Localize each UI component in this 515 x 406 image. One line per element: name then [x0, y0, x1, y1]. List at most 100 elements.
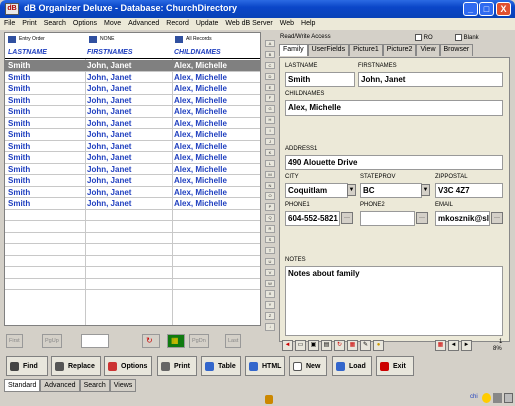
alpha-index-button[interactable]: B	[265, 50, 275, 59]
entry-order-button[interactable]: Entry Order	[8, 34, 45, 44]
alpha-index-button[interactable]: S	[265, 236, 275, 244]
alpha-index-button[interactable]: I	[265, 127, 275, 135]
tab-userfields[interactable]: UserFields	[307, 44, 350, 56]
alpha-index-button[interactable]: M	[265, 170, 275, 179]
new-button[interactable]: New	[289, 356, 327, 376]
close-button[interactable]: X	[496, 2, 511, 16]
phone1-field[interactable]: 604-552-5821	[285, 211, 340, 226]
table-row[interactable]: Smith John, Janet Alex, Michelle	[5, 129, 260, 141]
tab-picture2[interactable]: Picture2	[382, 44, 417, 56]
menu-print[interactable]: Print	[18, 18, 39, 30]
alpha-index-button[interactable]: K	[265, 148, 275, 157]
page-down-button[interactable]: PgDn	[189, 334, 209, 348]
lastname-field[interactable]: Smith	[285, 72, 355, 87]
zippostal-field[interactable]: V3C 4Z7	[435, 183, 503, 198]
alpha-index-button[interactable]: F	[265, 94, 275, 102]
image-icon[interactable]: ▦	[347, 340, 358, 351]
all-records-button[interactable]: All Records	[175, 34, 212, 44]
tab-view[interactable]: View	[416, 44, 440, 56]
menu-web-db-server[interactable]: Web dB Server	[221, 18, 275, 30]
email-more-icon[interactable]: ···	[491, 212, 503, 224]
record-number-input[interactable]	[81, 334, 109, 348]
alpha-index-button[interactable]: U	[265, 257, 275, 266]
alpha-index-button[interactable]: Z	[265, 312, 275, 320]
menu-help[interactable]: Help	[297, 18, 318, 30]
phone1-more-icon[interactable]: ···	[341, 212, 353, 224]
column-header-firstnames[interactable]: FIRSTNAMES	[87, 49, 133, 56]
alpha-index-button[interactable]: Y	[265, 301, 275, 309]
lightbulb-icon[interactable]: ●	[373, 340, 384, 351]
city-dropdown-icon[interactable]: ▼	[347, 184, 356, 196]
alpha-index-button[interactable]: ↓	[265, 323, 275, 331]
blank-checkbox[interactable]: Blank	[455, 34, 479, 41]
phone2-field[interactable]	[360, 211, 415, 226]
replace-button[interactable]: Replace	[51, 356, 101, 376]
ro-checkbox[interactable]: RO	[415, 34, 433, 41]
table-row[interactable]: Smith John, Janet Alex, Michelle	[5, 60, 260, 72]
last-record-button[interactable]: Last	[225, 334, 242, 348]
arrow-left-icon[interactable]: ◄	[448, 340, 459, 351]
tab-standard[interactable]: Standard	[4, 379, 41, 392]
alpha-index-button[interactable]: A	[265, 40, 275, 48]
alpha-index-button[interactable]: R	[265, 225, 275, 233]
tab-browser[interactable]: Browser	[439, 44, 474, 56]
menu-file[interactable]: File	[0, 18, 18, 30]
alpha-index-button[interactable]: G	[265, 105, 275, 113]
refresh-icon[interactable]: ↻	[334, 340, 345, 351]
menu-move[interactable]: Move	[100, 18, 124, 30]
minimize-button[interactable]: _	[463, 2, 478, 16]
alpha-index-button[interactable]: W	[265, 279, 275, 287]
picture-icon[interactable]: ▦	[435, 340, 446, 351]
find-button[interactable]: Find	[6, 356, 48, 376]
load-button[interactable]: Load	[332, 356, 372, 376]
table-row[interactable]: Smith John, Janet Alex, Michelle	[5, 83, 260, 95]
childnames-field[interactable]: Alex, Michelle	[285, 100, 503, 116]
alpha-index-button[interactable]: T	[265, 246, 275, 255]
phone2-more-icon[interactable]: ···	[416, 212, 428, 224]
table-row[interactable]: Smith John, Janet Alex, Michelle	[5, 72, 260, 83]
html-button[interactable]: HTML	[245, 356, 285, 376]
alpha-index-button[interactable]: N	[265, 181, 275, 189]
filter-none-button[interactable]: NONE	[89, 34, 114, 44]
menu-options[interactable]: Options	[69, 18, 100, 30]
stateprov-dropdown-icon[interactable]: ▼	[421, 184, 430, 196]
refresh-icon[interactable]: ↻	[142, 334, 160, 348]
email-field[interactable]: mkosznik@sl	[435, 211, 490, 226]
column-header-childnames[interactable]: CHILDNAMES	[174, 49, 221, 56]
edit-icon[interactable]: ✎	[360, 340, 371, 351]
alpha-index-button[interactable]: V	[265, 268, 275, 277]
maximize-button[interactable]: □	[479, 2, 494, 16]
alpha-index-button[interactable]: L	[265, 159, 275, 168]
menu-advanced[interactable]: Advanced	[124, 18, 162, 30]
firstnames-field[interactable]: John, Janet	[358, 72, 503, 87]
tab-advanced[interactable]: Advanced	[40, 379, 80, 392]
table-row[interactable]: Smith John, Janet Alex, Michelle	[5, 198, 260, 210]
table-row[interactable]: Smith John, Janet Alex, Michelle	[5, 175, 260, 187]
options-button[interactable]: Options	[104, 356, 152, 376]
back-arrow-icon[interactable]: ◄	[282, 340, 293, 351]
alpha-index-button[interactable]: J	[265, 138, 275, 146]
address1-field[interactable]: 490 Alouette Drive	[285, 155, 503, 170]
stateprov-field[interactable]: BC	[360, 183, 422, 198]
alpha-index-button[interactable]: H	[265, 116, 275, 124]
notes-field[interactable]: Notes about family	[285, 266, 503, 336]
arrow-right-icon[interactable]: ►	[461, 340, 472, 351]
menu-record[interactable]: Record	[162, 18, 192, 30]
city-field[interactable]: Coquitlam	[285, 183, 348, 198]
table-row[interactable]: Smith John, Janet Alex, Michelle	[5, 106, 260, 118]
table-row[interactable]: Smith John, Janet Alex, Michelle	[5, 152, 260, 164]
table-row[interactable]: Smith John, Janet Alex, Michelle	[5, 164, 260, 175]
menu-search[interactable]: Search	[40, 18, 69, 30]
tab-views[interactable]: Views	[109, 379, 137, 392]
first-record-button[interactable]: First	[6, 334, 23, 348]
menu-update[interactable]: Update	[192, 18, 222, 30]
clipboard-icon[interactable]: ▤	[321, 340, 332, 351]
delete-icon[interactable]: ▣	[308, 340, 319, 351]
exit-button[interactable]: Exit	[376, 356, 414, 376]
page-up-button[interactable]: PgUp	[42, 334, 62, 348]
tab-family[interactable]: Family	[279, 44, 308, 56]
alpha-index-button[interactable]: O	[265, 192, 275, 200]
table-row[interactable]: Smith John, Janet Alex, Michelle	[5, 118, 260, 129]
table-row[interactable]: Smith John, Janet Alex, Michelle	[5, 187, 260, 198]
print-button[interactable]: Print	[157, 356, 197, 376]
